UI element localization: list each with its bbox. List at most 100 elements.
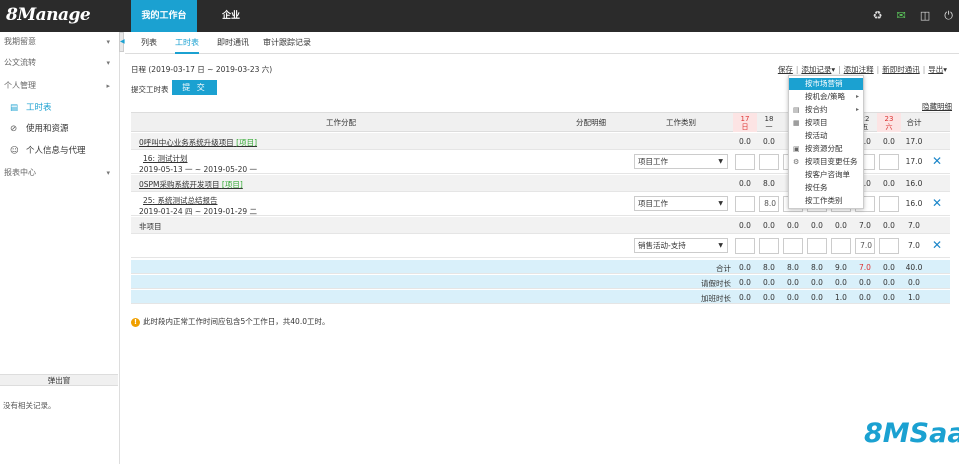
group-value: 0.0 <box>883 179 895 188</box>
menu-item-resource[interactable]: ▣ 按资源分配 <box>789 143 863 155</box>
menu-item-work-type[interactable]: 按工作类别 <box>789 195 863 207</box>
work-type-select[interactable]: 销售活动-支持 ▼ <box>634 238 728 253</box>
task-link[interactable]: 16: 测试计划 <box>139 153 257 164</box>
hour-input[interactable] <box>831 238 851 254</box>
sidebar-item-docflow[interactable]: 公文流转 ▾ <box>0 53 118 73</box>
summary-value: 9.0 <box>835 263 847 272</box>
task-dates: 2019-05-13 一 ~ 2019-05-20 一 <box>139 165 257 174</box>
menu-item-marketing[interactable]: 按市场营销 <box>789 78 863 90</box>
submit-label: 提交工时表 <box>131 85 169 94</box>
task-link[interactable]: 25: 系统测试总结报告 <box>139 195 257 206</box>
subtab-im[interactable]: 即时通讯 <box>217 32 249 54</box>
delete-icon[interactable]: ✕ <box>932 238 942 252</box>
delete-icon[interactable]: ✕ <box>932 154 942 168</box>
sidebar-item-personal[interactable]: 个人管理 ▸ <box>0 76 118 96</box>
group-value: 0.0 <box>787 221 799 230</box>
group-row: 非项目 0.0 0.0 0.0 0.0 0.0 7.0 0.0 7.0 <box>131 217 950 234</box>
sidebar-item-profile[interactable]: ☺ 个人信息与代理 <box>0 141 118 161</box>
sidebar-collapse-handle[interactable]: ◀ <box>119 32 125 52</box>
header-total: 合计 <box>906 118 922 127</box>
action-links: 保存 | 添加记录▾ | 添加注释 | 新即时通讯 | 导出▾ <box>777 65 947 74</box>
power-icon[interactable]: ⏻ <box>944 9 953 23</box>
hour-input[interactable] <box>759 238 779 254</box>
hour-input[interactable] <box>735 196 755 212</box>
sidebar-item-label: 公文流转 <box>4 58 36 67</box>
tab-enterprise[interactable]: 企业 <box>214 0 248 32</box>
summary-label: 请假时长 <box>701 279 731 288</box>
summary-value: 0.0 <box>859 278 871 287</box>
chevron-down-icon: ▼ <box>718 158 723 165</box>
subtab-audit[interactable]: 审计跟踪记录 <box>263 32 311 54</box>
gear-icon: ⚙ <box>793 158 800 166</box>
menu-item-contract[interactable]: ▤ 按合约 ▸ <box>789 104 863 116</box>
hour-input[interactable] <box>735 238 755 254</box>
group-value: 0.0 <box>739 221 751 230</box>
hour-input[interactable] <box>879 154 899 170</box>
folder-icon: ▣ <box>793 145 800 153</box>
hide-detail-link[interactable]: 隐藏明细 <box>922 101 952 112</box>
menu-item-label: 按资源分配 <box>805 144 843 153</box>
sidebar-item-timesheet[interactable]: ▤ 工时表 <box>0 98 118 118</box>
menu-item-inquiry[interactable]: 按客户咨询单 <box>789 169 863 181</box>
hour-input[interactable] <box>759 154 779 170</box>
message-icon[interactable]: ✉ <box>897 9 906 23</box>
hour-input[interactable] <box>879 238 899 254</box>
popup-panel-title[interactable]: 弹出窗 <box>0 374 118 386</box>
summary-value: 8.0 <box>763 263 775 272</box>
group-name[interactable]: 0SPM采购系统开发项目 [项目] <box>139 179 243 190</box>
brand-logo: 8MSaaS <box>864 418 959 449</box>
menu-item-activity[interactable]: 按活动 <box>789 130 863 142</box>
delete-icon[interactable]: ✕ <box>932 196 942 210</box>
hour-input[interactable] <box>879 196 899 212</box>
work-type-select[interactable]: 项目工作 ▼ <box>634 196 728 211</box>
group-value: 0.0 <box>763 221 775 230</box>
group-tag: [项目] <box>236 138 258 147</box>
header-type: 工作类别 <box>666 118 696 127</box>
subtab-timesheet[interactable]: 工时表 <box>175 32 199 54</box>
task-id: 16 <box>143 154 153 163</box>
day-header: 17 日 <box>733 113 757 132</box>
calendar-icon: ▦ <box>793 119 800 127</box>
day-weekday: 六 <box>885 123 893 131</box>
menu-item-task[interactable]: 按任务 <box>789 182 863 194</box>
hour-input[interactable] <box>735 154 755 170</box>
export-link[interactable]: 导出 <box>928 65 943 74</box>
brand-text: 8MSaaS <box>864 418 959 449</box>
menu-item-project[interactable]: ▦ 按项目 <box>789 117 863 129</box>
menu-item-change-task[interactable]: ⚙ 按项目变更任务 <box>789 156 863 168</box>
doc-icon: ▤ <box>793 106 800 114</box>
day-header: 18 一 <box>757 113 781 132</box>
summary-label: 合计 <box>716 264 731 273</box>
hour-input[interactable] <box>783 238 803 254</box>
save-link[interactable]: 保存 <box>778 65 793 74</box>
bell-icon[interactable]: ♻ <box>873 9 883 23</box>
submit-button[interactable]: 提 交 <box>172 80 217 95</box>
tab-my-workbench[interactable]: 我的工作台 <box>131 0 197 32</box>
hour-input[interactable]: 7.0 <box>855 238 875 254</box>
summary-value: 0.0 <box>859 293 871 302</box>
work-type-select[interactable]: 项目工作 ▼ <box>634 154 728 169</box>
menu-item-label: 按机会/策略 <box>805 92 846 101</box>
hour-input[interactable] <box>807 238 827 254</box>
sidebar-item-label: 报表中心 <box>4 168 36 177</box>
sidebar-item-watch[interactable]: 我期留意 ▾ <box>0 32 118 52</box>
summary-value: 1.0 <box>835 293 847 302</box>
group-value: 0.0 <box>739 137 751 146</box>
menu-item-label: 按客户咨询单 <box>805 170 850 179</box>
hour-input[interactable]: 8.0 <box>759 196 779 212</box>
window-icon[interactable]: ◫ <box>920 9 930 23</box>
sidebar-item-reports[interactable]: 报表中心 ▾ <box>0 163 118 183</box>
group-name[interactable]: 0呼叫中心业务系统升级项目 [项目] <box>139 137 257 148</box>
menu-item-opportunity[interactable]: 按机会/策略 ▸ <box>789 91 863 103</box>
task-total: 17.0 <box>905 157 923 166</box>
add-note-link[interactable]: 添加注释 <box>844 65 874 74</box>
chevron-down-icon: ▼ <box>718 200 723 207</box>
add-record-link[interactable]: 添加记录 <box>801 65 831 74</box>
sidebar-item-resources[interactable]: ⊘ 使用和资源 <box>0 119 118 139</box>
new-im-link[interactable]: 新即时通讯 <box>882 65 920 74</box>
group-name-text: 0SPM采购系统开发项目 <box>139 180 220 189</box>
select-value: 项目工作 <box>638 157 668 166</box>
summary-value: 0.0 <box>883 293 895 302</box>
summary-value: 0.0 <box>787 293 799 302</box>
subtab-list[interactable]: 列表 <box>141 32 157 54</box>
